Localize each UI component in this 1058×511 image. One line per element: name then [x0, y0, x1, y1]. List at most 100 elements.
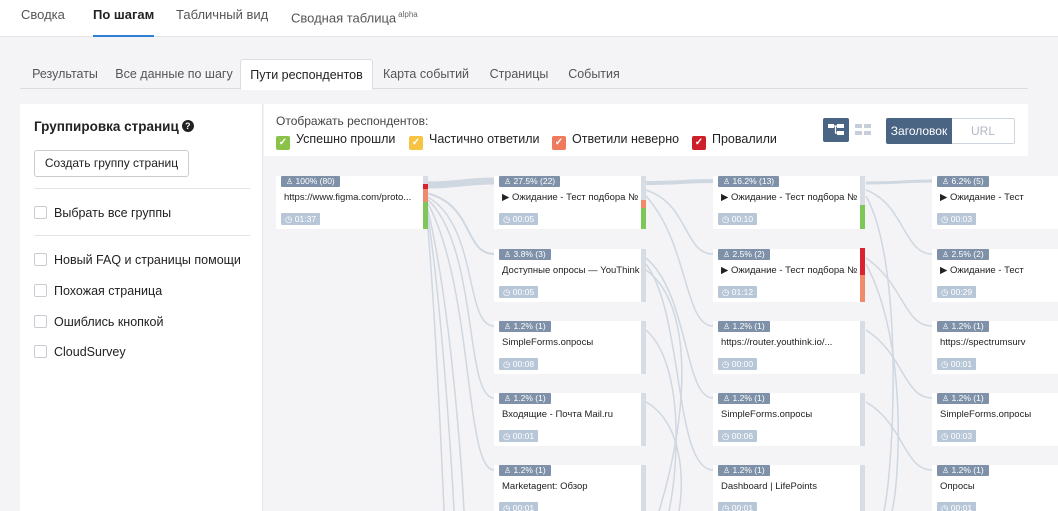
path-node[interactable]: ♙ 27.5% (22) ▶ Ожидание - Тест подбора № ◷… — [494, 176, 646, 229]
check-icon[interactable]: ✓ — [409, 136, 423, 150]
time-value: 00:01 — [512, 503, 535, 511]
tab-table-view[interactable]: Табличный вид — [176, 0, 268, 37]
path-node[interactable]: ♙ 1.2% (1) SimpleForms.опросы ◷ 00:08 — [494, 321, 646, 374]
group-label: Новый FAQ и страницы помощи — [54, 253, 241, 267]
time-badge: ◷ 01:37 — [281, 213, 321, 225]
select-all-groups-checkbox[interactable]: Выбрать все группы — [34, 206, 171, 222]
result-bar — [641, 465, 646, 511]
tab-pivot-table[interactable]: Сводная таблица alpha — [291, 0, 418, 37]
grid-view-icon[interactable] — [850, 118, 876, 142]
time-badge: ◷ 00:00 — [718, 358, 758, 370]
group-label: Похожая страница — [54, 284, 163, 298]
check-icon[interactable]: ✓ — [692, 136, 706, 150]
checkbox-icon[interactable] — [34, 315, 47, 328]
wrong-segment — [641, 200, 646, 208]
page-title: ▶ Ожидание - Тест подбора № — [721, 192, 858, 203]
person-icon: ♙ — [504, 466, 512, 475]
subtab-pages[interactable]: Страницы — [488, 59, 550, 89]
time-badge: ◷ 00:03 — [937, 430, 977, 442]
page-title: Dashboard | LifePoints — [721, 481, 817, 492]
header-toggle-button[interactable]: Заголовок — [886, 118, 952, 144]
help-icon[interactable]: ? — [181, 120, 194, 132]
path-node[interactable]: ♙ 1.2% (1) https://router.youthink.io/...… — [713, 321, 865, 374]
result-bar — [641, 249, 646, 302]
filter-partial[interactable]: ✓ Частично ответили — [409, 132, 540, 150]
respondents-badge: ♙ 1.2% (1) — [499, 321, 551, 332]
display-filters-bar: Отображать респондентов: ✓ Успешно прошли… — [264, 104, 1028, 156]
person-icon: ♙ — [942, 394, 950, 403]
clock-icon: ◷ — [503, 431, 513, 441]
path-node[interactable]: ♙ 6.2% (5) ▶ Ожидание - Тест ◷ 00:03 — [932, 176, 1058, 229]
tab-by-steps[interactable]: По шагам — [93, 0, 155, 37]
person-icon: ♙ — [723, 466, 731, 475]
path-node[interactable]: ♙ 2.5% (2) ▶ Ожидание - Тест подбора № ◷ 0… — [713, 248, 865, 302]
filter-failed[interactable]: ✓ Провалили — [692, 132, 777, 150]
clock-icon: ◷ — [941, 503, 951, 511]
respondents-badge: ♙ 2.5% (2) — [937, 249, 989, 260]
check-icon[interactable]: ✓ — [276, 136, 290, 150]
person-icon: ♙ — [504, 250, 512, 259]
path-node[interactable]: ♙ 1.2% (1) SimpleForms.опросы ◷ 00:03 — [932, 393, 1058, 446]
create-page-group-button[interactable]: Создать группу страниц — [34, 150, 189, 177]
path-node[interactable]: ♙ 1.2% (1) SimpleForms.опросы ◷ 00:06 — [713, 393, 865, 446]
clock-icon: ◷ — [941, 359, 951, 369]
group-label: CloudSurvey — [54, 345, 126, 359]
result-bar — [641, 321, 646, 374]
group-label: Ошиблись кнопкой — [54, 315, 164, 329]
check-icon[interactable]: ✓ — [552, 136, 566, 150]
filter-failed-label: Провалили — [712, 132, 777, 146]
group-checkbox[interactable]: Новый FAQ и страницы помощи — [34, 253, 241, 269]
checkbox-icon[interactable] — [34, 284, 47, 297]
path-node[interactable]: ♙ 1.2% (1) https://spectrumsurv ◷ 00:01 — [932, 321, 1058, 374]
group-checkbox[interactable]: CloudSurvey — [34, 345, 126, 361]
path-node[interactable]: ♙ 1.2% (1) Marketagent: Обзор ◷ 00:01 — [494, 465, 646, 511]
page-grouping-title: Группировка страниц? — [34, 119, 194, 134]
checkbox-icon[interactable] — [34, 345, 47, 358]
failed-segment — [860, 248, 865, 275]
time-badge: ◷ 01:12 — [718, 286, 758, 298]
respondents-count: 27.5% (22) — [513, 176, 556, 186]
path-node[interactable]: ♙ 2.5% (2) ▶ Ожидание - Тест ◷ 00:29 — [932, 249, 1058, 302]
respondents-badge: ♙ 1.2% (1) — [937, 393, 989, 404]
page-title: Доступные опросы — YouThink — [502, 265, 640, 276]
passed-segment — [860, 205, 865, 229]
time-value: 00:10 — [731, 214, 754, 224]
respondents-count: 1.2% (1) — [951, 393, 984, 403]
subtab-events[interactable]: События — [568, 59, 620, 89]
wrong-segment — [423, 189, 428, 202]
time-badge: ◷ 00:01 — [499, 502, 539, 511]
url-toggle-button[interactable]: URL — [952, 118, 1015, 144]
tab-summary[interactable]: Сводка — [21, 0, 65, 37]
path-node[interactable]: ♙ 100% (80) https://www.figma.com/proto..… — [276, 176, 428, 229]
path-node[interactable]: ♙ 3.8% (3) Доступные опросы — YouThink ◷ 0… — [494, 249, 646, 302]
path-node[interactable]: ♙ 1.2% (1) Входящие - Почта Mail.ru ◷ 00:0… — [494, 393, 646, 446]
path-node[interactable]: ♙ 16.2% (13) ▶ Ожидание - Тест подбора № ◷… — [713, 176, 865, 229]
respondents-badge: ♙ 1.2% (1) — [499, 465, 551, 476]
tab-pivot-table-label: Сводная таблица — [291, 10, 397, 26]
page-title: ▶ Ожидание - Тест подбора № — [721, 265, 858, 276]
group-checkbox[interactable]: Ошиблись кнопкой — [34, 315, 163, 331]
subtab-all-step-data[interactable]: Все данные по шагу — [115, 59, 233, 89]
respondents-badge: ♙ 1.2% (1) — [718, 321, 770, 332]
path-node[interactable]: ♙ 1.2% (1) Опросы ◷ 00:01 — [932, 465, 1058, 511]
page-title: https://router.youthink.io/... — [721, 337, 833, 348]
person-icon: ♙ — [942, 250, 950, 259]
tree-view-icon[interactable] — [823, 118, 849, 142]
checkbox-icon[interactable] — [34, 206, 47, 219]
respondents-count: 1.2% (1) — [732, 393, 765, 403]
subtab-respondent-paths[interactable]: Пути респондентов — [240, 59, 373, 90]
page-title: https://www.figma.com/proto... — [284, 192, 412, 203]
filter-wrong[interactable]: ✓ Ответили неверно — [552, 132, 679, 150]
filter-passed[interactable]: ✓ Успешно прошли — [276, 132, 395, 150]
result-bar — [641, 393, 646, 446]
result-bar — [860, 248, 865, 302]
subtab-results[interactable]: Результаты — [32, 59, 98, 89]
clock-icon: ◷ — [503, 359, 513, 369]
person-icon: ♙ — [286, 177, 294, 186]
subtab-event-map[interactable]: Карта событий — [382, 59, 470, 89]
checkbox-icon[interactable] — [34, 253, 47, 266]
time-badge: ◷ 00:10 — [718, 213, 758, 225]
path-node[interactable]: ♙ 1.2% (1) Dashboard | LifePoints ◷ 00:01 — [713, 465, 865, 511]
group-checkbox[interactable]: Похожая страница — [34, 284, 162, 300]
time-value: 00:03 — [950, 431, 973, 441]
